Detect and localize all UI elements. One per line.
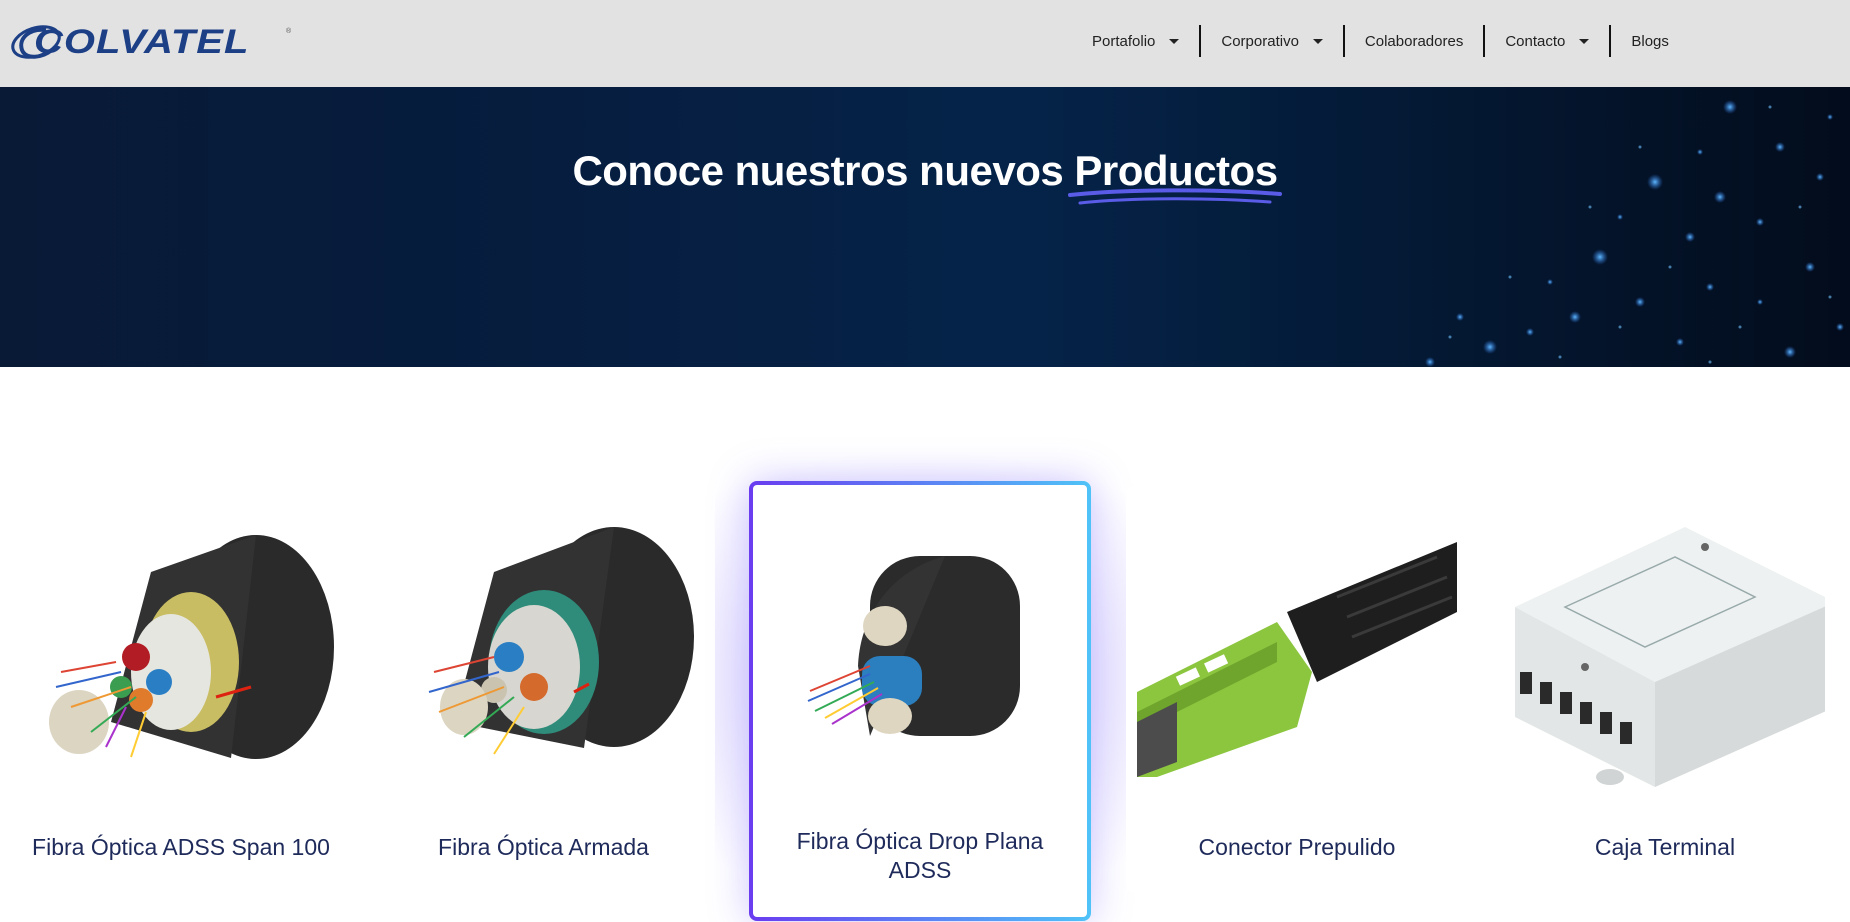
hero-title-prefix: Conoce nuestros nuevos — [572, 147, 1064, 194]
product-title: Fibra Óptica Armada — [438, 834, 649, 860]
product-title: Fibra Óptica ADSS Span 100 — [32, 834, 330, 860]
product-image — [753, 501, 1087, 791]
nav-item-label: Blogs — [1631, 32, 1669, 50]
product-card-conector-prepulido[interactable]: Conector Prepulido — [1126, 487, 1468, 892]
logo-registered-mark: ® — [286, 28, 292, 35]
product-card-adss-span-100[interactable]: Fibra Óptica ADSS Span 100 — [0, 487, 362, 892]
product-title: Fibra Óptica Drop Plana ADSS — [796, 828, 1044, 883]
product-title: Caja Terminal — [1594, 834, 1736, 860]
fiber-drop-flat-image — [807, 556, 1020, 736]
hand-drawn-underline-icon — [1068, 188, 1283, 205]
nav-item-label: Contacto — [1505, 32, 1566, 50]
caret-down-icon — [1579, 38, 1590, 44]
main-nav: Portafolio Corporativo Colaboradores Con… — [1072, 25, 1689, 57]
nav-item-label: Portafolio — [1092, 32, 1156, 50]
product-image — [1494, 507, 1836, 797]
hero-title: Conoce nuestros nuevos Productos — [0, 147, 1850, 205]
nav-item-label: Corporativo — [1221, 32, 1299, 50]
product-card-drop-plana-adss[interactable]: Fibra Óptica Drop Plana ADSS — [749, 481, 1091, 921]
product-card-armada[interactable]: Fibra Óptica Armada — [372, 487, 715, 892]
hero-title-highlight: Productos — [1068, 147, 1283, 205]
caret-down-icon — [1312, 38, 1323, 44]
product-image — [0, 507, 362, 797]
product-card-caja-terminal[interactable]: Caja Terminal — [1494, 487, 1836, 892]
nav-item-corporativo[interactable]: Corporativo — [1201, 25, 1345, 57]
product-title: Conector Prepulido — [1198, 834, 1396, 860]
nav-item-label: Colaboradores — [1364, 32, 1464, 50]
logo-text: COLVATEL — [34, 22, 250, 61]
caret-down-icon — [1169, 38, 1180, 44]
fiber-cable-armored-image — [428, 527, 694, 755]
prepolished-connector-image — [1137, 542, 1457, 777]
hero-light-particles-background — [1425, 100, 1844, 367]
nav-item-portafolio[interactable]: Portafolio — [1072, 25, 1202, 57]
hero-banner: Conoce nuestros nuevos Productos — [0, 87, 1850, 367]
product-image — [1126, 507, 1468, 797]
site-header: COLVATEL ® Portafolio Corporativo Colabo… — [0, 0, 1850, 87]
colvatel-logo[interactable]: COLVATEL ® — [8, 20, 298, 64]
terminal-box-image — [1515, 527, 1825, 787]
products-carousel: Fibra Óptica ADSS Span 100 Fibra Óptica … — [0, 367, 1850, 922]
nav-item-contacto[interactable]: Contacto — [1485, 25, 1612, 57]
nav-item-blogs[interactable]: Blogs — [1611, 25, 1689, 57]
product-image — [372, 507, 715, 797]
nav-item-colaboradores[interactable]: Colaboradores — [1345, 25, 1486, 57]
fiber-cable-adss-image — [49, 535, 334, 759]
